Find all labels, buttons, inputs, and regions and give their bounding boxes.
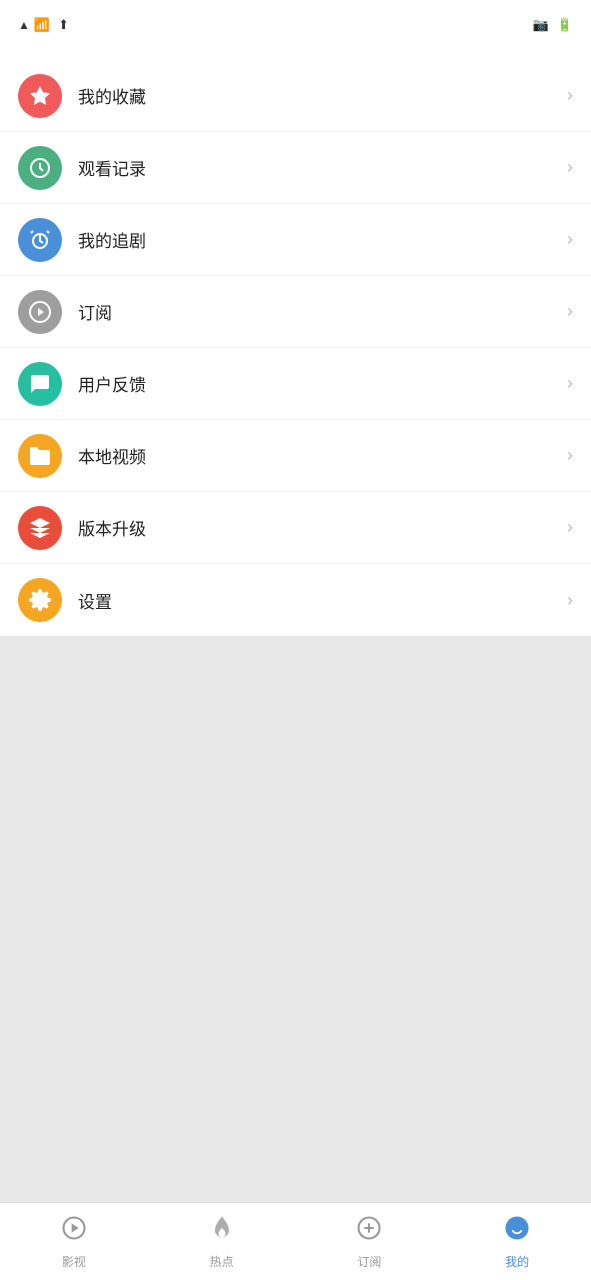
bottom-nav: 影视 热点 订阅 我的 [0,1202,591,1280]
menu-list: 我的收藏 › 观看记录 › 我的追剧 › 订阅 › 用户反馈 › 本地视频 › [0,60,591,636]
menu-item-feedback[interactable]: 用户反馈 › [0,348,591,420]
menu-label-settings: 设置 [78,588,567,613]
menu-item-settings[interactable]: 设置 › [0,564,591,636]
alarm-icon [18,218,62,262]
nav-icon-tv [60,1214,88,1249]
chevron-right-icon: › [567,301,573,322]
top-spacer [0,50,591,60]
menu-label-follow: 我的追剧 [78,227,567,252]
nav-icon-mine [503,1214,531,1249]
nav-label-tv: 影视 [62,1253,86,1270]
play-icon [18,290,62,334]
nav-label-mine: 我的 [505,1253,529,1270]
menu-item-update[interactable]: 版本升级 › [0,492,591,564]
menu-label-favorites: 我的收藏 [78,83,567,108]
wifi-icon: 📶 [34,17,50,33]
chevron-right-icon: › [567,517,573,538]
menu-item-local[interactable]: 本地视频 › [0,420,591,492]
nav-label-subscribe: 订阅 [357,1253,381,1270]
folder-icon [18,434,62,478]
menu-label-local: 本地视频 [78,443,567,468]
signal-icon: ▲ [18,18,30,32]
menu-label-update: 版本升级 [78,515,567,540]
menu-label-subscribe: 订阅 [78,299,567,324]
menu-item-follow[interactable]: 我的追剧 › [0,204,591,276]
status-left: ▲ 📶 ⬆ [14,17,69,33]
chevron-right-icon: › [567,157,573,178]
menu-label-history: 观看记录 [78,155,567,180]
chat-icon [18,362,62,406]
star-icon [18,74,62,118]
nav-item-tv[interactable]: 影视 [0,1203,148,1280]
menu-item-subscribe[interactable]: 订阅 › [0,276,591,348]
gray-area [0,636,591,1202]
nav-item-mine[interactable]: 我的 [443,1203,591,1280]
chevron-right-icon: › [567,229,573,250]
menu-item-history[interactable]: 观看记录 › [0,132,591,204]
nav-item-hot[interactable]: 热点 [148,1203,296,1280]
gear-icon [18,578,62,622]
nav-label-hot: 热点 [210,1253,234,1270]
chevron-right-icon: › [567,85,573,106]
menu-item-favorites[interactable]: 我的收藏 › [0,60,591,132]
status-bar: ▲ 📶 ⬆ 📷 🔋 [0,0,591,50]
layers-icon [18,506,62,550]
chevron-right-icon: › [567,373,573,394]
clock-icon [18,146,62,190]
status-right: 📷 🔋 [533,17,577,33]
camera-icon: 📷 [533,17,549,33]
chevron-right-icon: › [567,590,573,611]
upload-icon: ⬆ [58,17,69,33]
nav-icon-hot [208,1214,236,1249]
chevron-right-icon: › [567,445,573,466]
nav-icon-subscribe [355,1214,383,1249]
menu-label-feedback: 用户反馈 [78,371,567,396]
nav-item-subscribe[interactable]: 订阅 [296,1203,444,1280]
battery-icon: 🔋 [557,17,573,33]
